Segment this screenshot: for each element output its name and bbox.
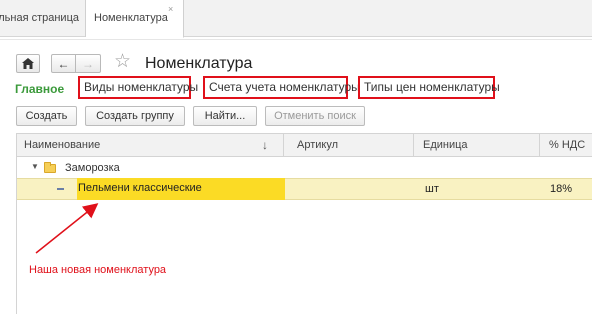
annotation-text: Наша новая номенклатура [29, 264, 167, 276]
